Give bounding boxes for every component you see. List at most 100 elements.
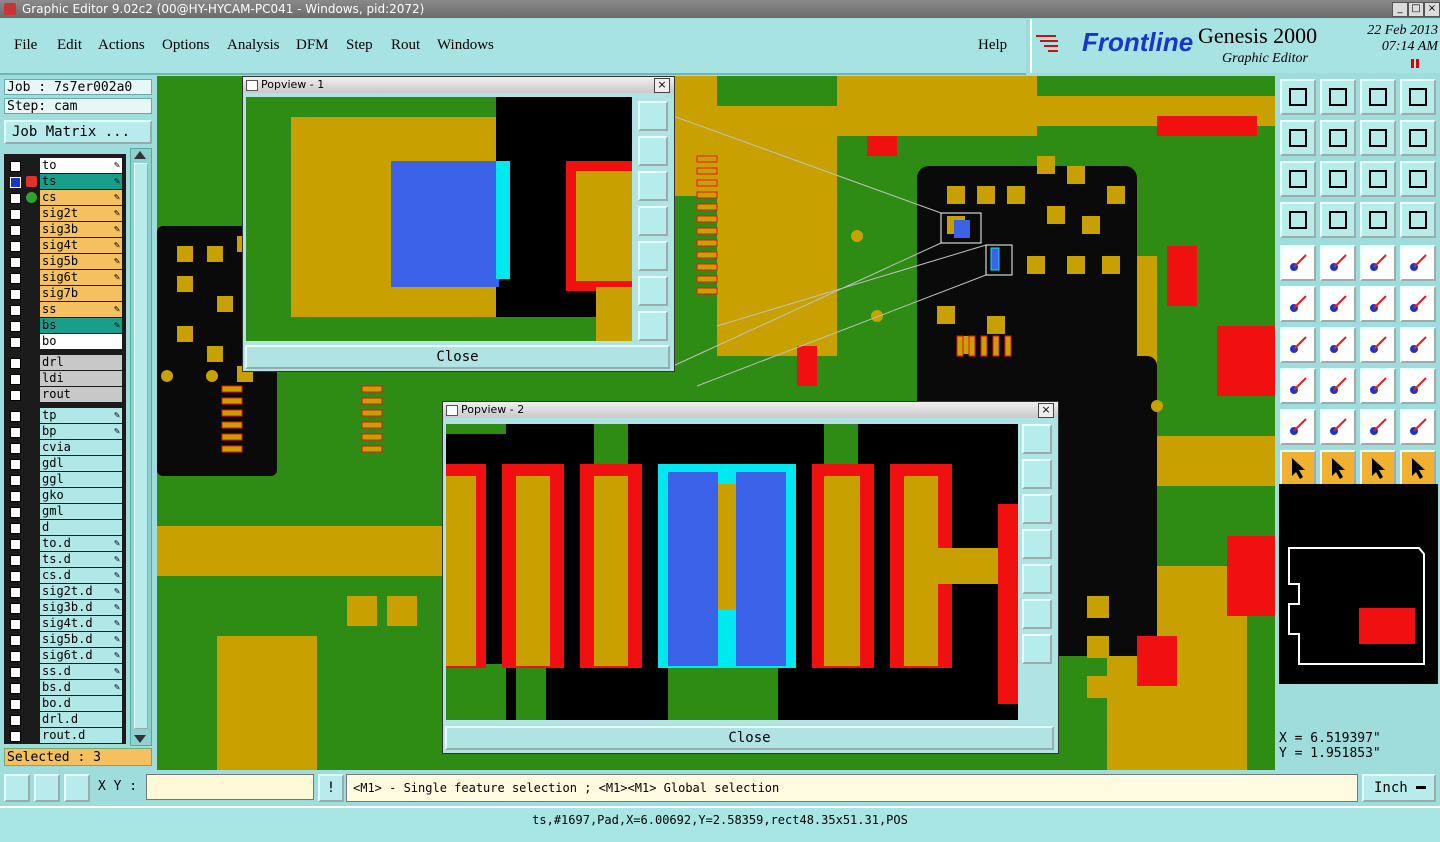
- pan-right-icon[interactable]: [1022, 564, 1052, 594]
- layer-name[interactable]: ldi: [40, 371, 122, 386]
- layer-name[interactable]: cs: [40, 190, 122, 205]
- layer-checkbox[interactable]: [10, 459, 21, 470]
- layer-checkbox[interactable]: [10, 715, 21, 726]
- tools-icon[interactable]: [1280, 202, 1316, 238]
- layer-row[interactable]: bo: [4, 334, 126, 349]
- scroll-up-icon[interactable]: [134, 151, 146, 159]
- layer-name[interactable]: tp: [40, 408, 122, 423]
- layer-row[interactable]: to ✎: [4, 158, 126, 173]
- layer-checkbox[interactable]: [10, 241, 21, 252]
- layer-checkbox[interactable]: [10, 358, 21, 369]
- layer-row[interactable]: bs ✎: [4, 318, 126, 333]
- layer-row[interactable]: ss.d ✎: [4, 664, 126, 679]
- scale-one-icon[interactable]: [1360, 161, 1396, 197]
- move-left-icon[interactable]: [1280, 120, 1316, 156]
- layer-row[interactable]: cs.d ✎: [4, 568, 126, 583]
- layer-row[interactable]: bs.d ✎: [4, 680, 126, 695]
- measure-icon[interactable]: [34, 774, 60, 802]
- layer-checkbox[interactable]: [10, 289, 21, 300]
- layer-row[interactable]: sig6t ✎: [4, 270, 126, 285]
- layer-name[interactable]: cs.d: [40, 568, 122, 583]
- layer-name[interactable]: sig4t.d: [40, 616, 122, 631]
- layer-checkbox[interactable]: [10, 699, 21, 710]
- alert-icon[interactable]: !: [318, 774, 344, 802]
- layer-row[interactable]: sig6t.d ✎: [4, 648, 126, 663]
- bracket-icon[interactable]: [1360, 409, 1396, 445]
- layer-name[interactable]: rout.d: [40, 728, 122, 743]
- menu-edit[interactable]: Edit: [57, 37, 82, 54]
- measure-icon[interactable]: [1360, 368, 1396, 404]
- zoom-in-icon[interactable]: [638, 276, 668, 306]
- layer-checkbox[interactable]: [10, 443, 21, 454]
- layer-row[interactable]: sig4t.d ✎: [4, 616, 126, 631]
- add-line-icon[interactable]: [1360, 286, 1396, 322]
- menu-step[interactable]: Step: [346, 37, 373, 54]
- arc-icon[interactable]: [1360, 327, 1396, 363]
- pointer-icon[interactable]: [1280, 450, 1316, 486]
- pause-icon[interactable]: [1410, 59, 1420, 69]
- popview-2-view[interactable]: [446, 424, 1018, 720]
- layer-name[interactable]: drl.d: [40, 712, 122, 727]
- close-icon[interactable]: ×: [654, 78, 670, 93]
- layer-checkbox[interactable]: [10, 209, 21, 220]
- layer-name[interactable]: sig6t: [40, 270, 122, 285]
- layer-name[interactable]: sig3b: [40, 222, 122, 237]
- popview-2-title-bar[interactable]: Popview - 2 ×: [443, 402, 1058, 418]
- layer-checkbox[interactable]: [10, 555, 21, 566]
- maximize-icon[interactable]: □: [1408, 2, 1424, 17]
- layer-row[interactable]: to.d ✎: [4, 536, 126, 551]
- layer-name[interactable]: drl: [40, 355, 122, 370]
- layer-checkbox[interactable]: [10, 587, 21, 598]
- menu-dfm[interactable]: DFM: [296, 37, 329, 54]
- layer-checkbox[interactable]: [10, 731, 21, 742]
- layer-row[interactable]: cs ✎: [4, 190, 126, 205]
- layer-row[interactable]: bo.d: [4, 696, 126, 711]
- zoom-home-icon[interactable]: [1320, 161, 1356, 197]
- layer-row[interactable]: sig5b ✎: [4, 254, 126, 269]
- layer-name[interactable]: sig6t.d: [40, 648, 122, 663]
- layer-checkbox[interactable]: [10, 635, 21, 646]
- layer-checkbox[interactable]: [10, 273, 21, 284]
- layer-row[interactable]: ts.d ✎: [4, 552, 126, 567]
- minimize-icon[interactable]: _: [1392, 2, 1408, 17]
- layer-checkbox[interactable]: [10, 667, 21, 678]
- connect-nodes-icon[interactable]: [1280, 286, 1316, 322]
- window-title-bar[interactable]: Graphic Editor 9.02c2 (00@HY-HYCAM-PC041…: [0, 0, 1440, 18]
- select-icon[interactable]: [1360, 450, 1396, 486]
- pad-select-icon[interactable]: [1280, 368, 1316, 404]
- layer-name[interactable]: ts: [40, 174, 122, 189]
- layer-row[interactable]: d: [4, 520, 126, 535]
- popview-2-close-button[interactable]: Close: [445, 726, 1054, 750]
- zoom-in-icon[interactable]: [1022, 599, 1052, 629]
- layer-row[interactable]: drl: [4, 355, 126, 370]
- polygon-icon[interactable]: [1320, 245, 1356, 281]
- menu-actions[interactable]: Actions: [98, 37, 145, 54]
- pan-left-icon[interactable]: [1022, 529, 1052, 559]
- layer-row[interactable]: ts ✎: [4, 174, 126, 189]
- layer-name[interactable]: bp: [40, 424, 122, 439]
- layer-name[interactable]: gko: [40, 488, 122, 503]
- layer-row[interactable]: ggl: [4, 472, 126, 487]
- cancel-bracket-icon[interactable]: [1400, 409, 1436, 445]
- layer-checkbox[interactable]: [10, 427, 21, 438]
- menu-windows[interactable]: Windows: [437, 37, 494, 54]
- layer-checkbox[interactable]: [10, 225, 21, 236]
- layer-checkbox[interactable]: [10, 193, 21, 204]
- split-view-icon[interactable]: [1400, 79, 1436, 115]
- layer-row[interactable]: tp ✎: [4, 408, 126, 423]
- layer-name[interactable]: sig4t: [40, 238, 122, 253]
- layer-checkbox[interactable]: [10, 619, 21, 630]
- close-icon[interactable]: ×: [1038, 403, 1054, 418]
- layer-name[interactable]: gml: [40, 504, 122, 519]
- layer-row[interactable]: sig3b.d ✎: [4, 600, 126, 615]
- layer-name[interactable]: ss: [40, 302, 122, 317]
- layer-checkbox[interactable]: [10, 177, 21, 188]
- menu-file[interactable]: File: [14, 37, 37, 54]
- layer-row[interactable]: gdl: [4, 456, 126, 471]
- angle-icon[interactable]: [1280, 327, 1316, 363]
- save-icon[interactable]: [1320, 79, 1356, 115]
- zoom-out-icon[interactable]: [1022, 634, 1052, 664]
- menu-analysis[interactable]: Analysis: [227, 37, 280, 54]
- layer-row[interactable]: sig3b ✎: [4, 222, 126, 237]
- minus-icon[interactable]: [1320, 368, 1356, 404]
